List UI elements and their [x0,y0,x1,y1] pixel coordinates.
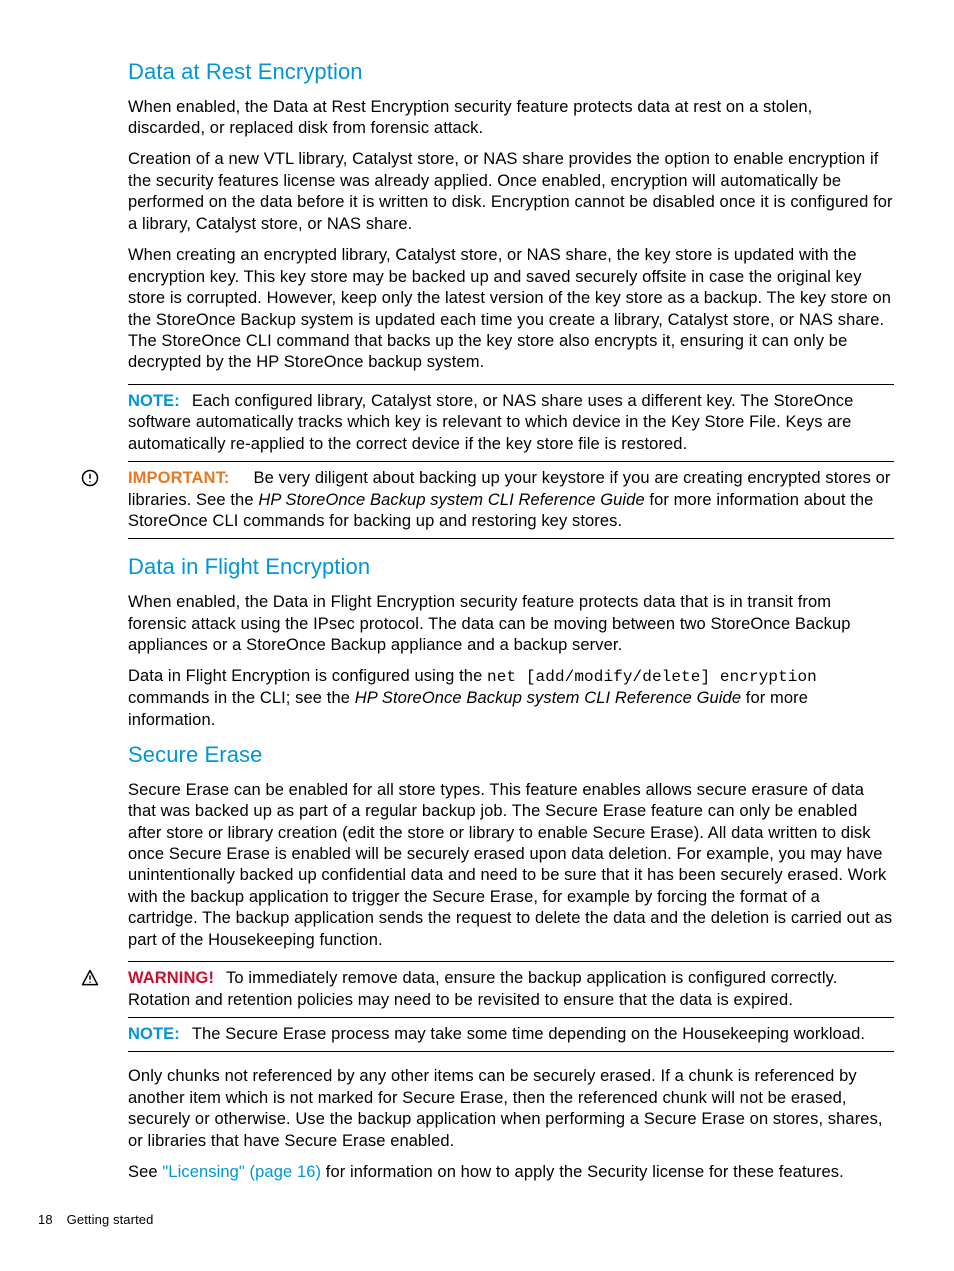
warning-icon [80,968,100,988]
important-emphasis: HP StoreOnce Backup system CLI Reference… [258,491,644,509]
body-text: Data in Flight Encryption is configured … [128,666,894,731]
code-text: net [add/modify/delete] encryption [487,668,817,686]
body-text: Secure Erase can be enabled for all stor… [128,780,894,952]
heading-data-at-rest: Data at Rest Encryption [128,58,894,87]
body-text: When creating an encrypted library, Cata… [128,245,894,374]
emphasis: HP StoreOnce Backup system CLI Reference… [355,689,741,707]
warning-label: WARNING! [128,969,214,987]
warning-text: To immediately remove data, ensure the b… [128,969,837,1008]
heading-secure-erase: Secure Erase [128,741,894,770]
text: Data in Flight Encryption is configured … [128,667,487,685]
text: for information on how to apply the Secu… [321,1163,844,1181]
note-text: Each configured library, Catalyst store,… [128,392,853,453]
page-footer: 18 Getting started [38,1212,153,1229]
heading-data-in-flight: Data in Flight Encryption [128,553,894,582]
note-callout: NOTE: The Secure Erase process may take s… [128,1017,894,1052]
note-callout: NOTE:Each configured library, Catalyst s… [128,384,894,462]
important-label: IMPORTANT: [128,469,230,487]
page-number: 18 [38,1212,53,1227]
note-text: The Secure Erase process may take some t… [192,1025,865,1043]
document-page: Data at Rest Encryption When enabled, th… [0,0,954,1271]
note-label: NOTE: [128,1025,180,1043]
important-icon [80,468,100,488]
warning-callout: WARNING!To immediately remove data, ensu… [128,961,894,1018]
link-licensing[interactable]: "Licensing" (page 16) [162,1163,321,1181]
important-callout: IMPORTANT:Be very diligent about backing… [128,461,894,539]
body-text: Creation of a new VTL library, Catalyst … [128,149,894,235]
note-label: NOTE: [128,392,180,410]
body-text: When enabled, the Data in Flight Encrypt… [128,592,894,656]
text: commands in the CLI; see the [128,689,355,707]
chapter-name: Getting started [67,1212,154,1227]
text: See [128,1163,162,1181]
body-text: Only chunks not referenced by any other … [128,1066,894,1152]
body-text: See "Licensing" (page 16) for informatio… [128,1162,894,1183]
body-text: When enabled, the Data at Rest Encryptio… [128,97,894,140]
